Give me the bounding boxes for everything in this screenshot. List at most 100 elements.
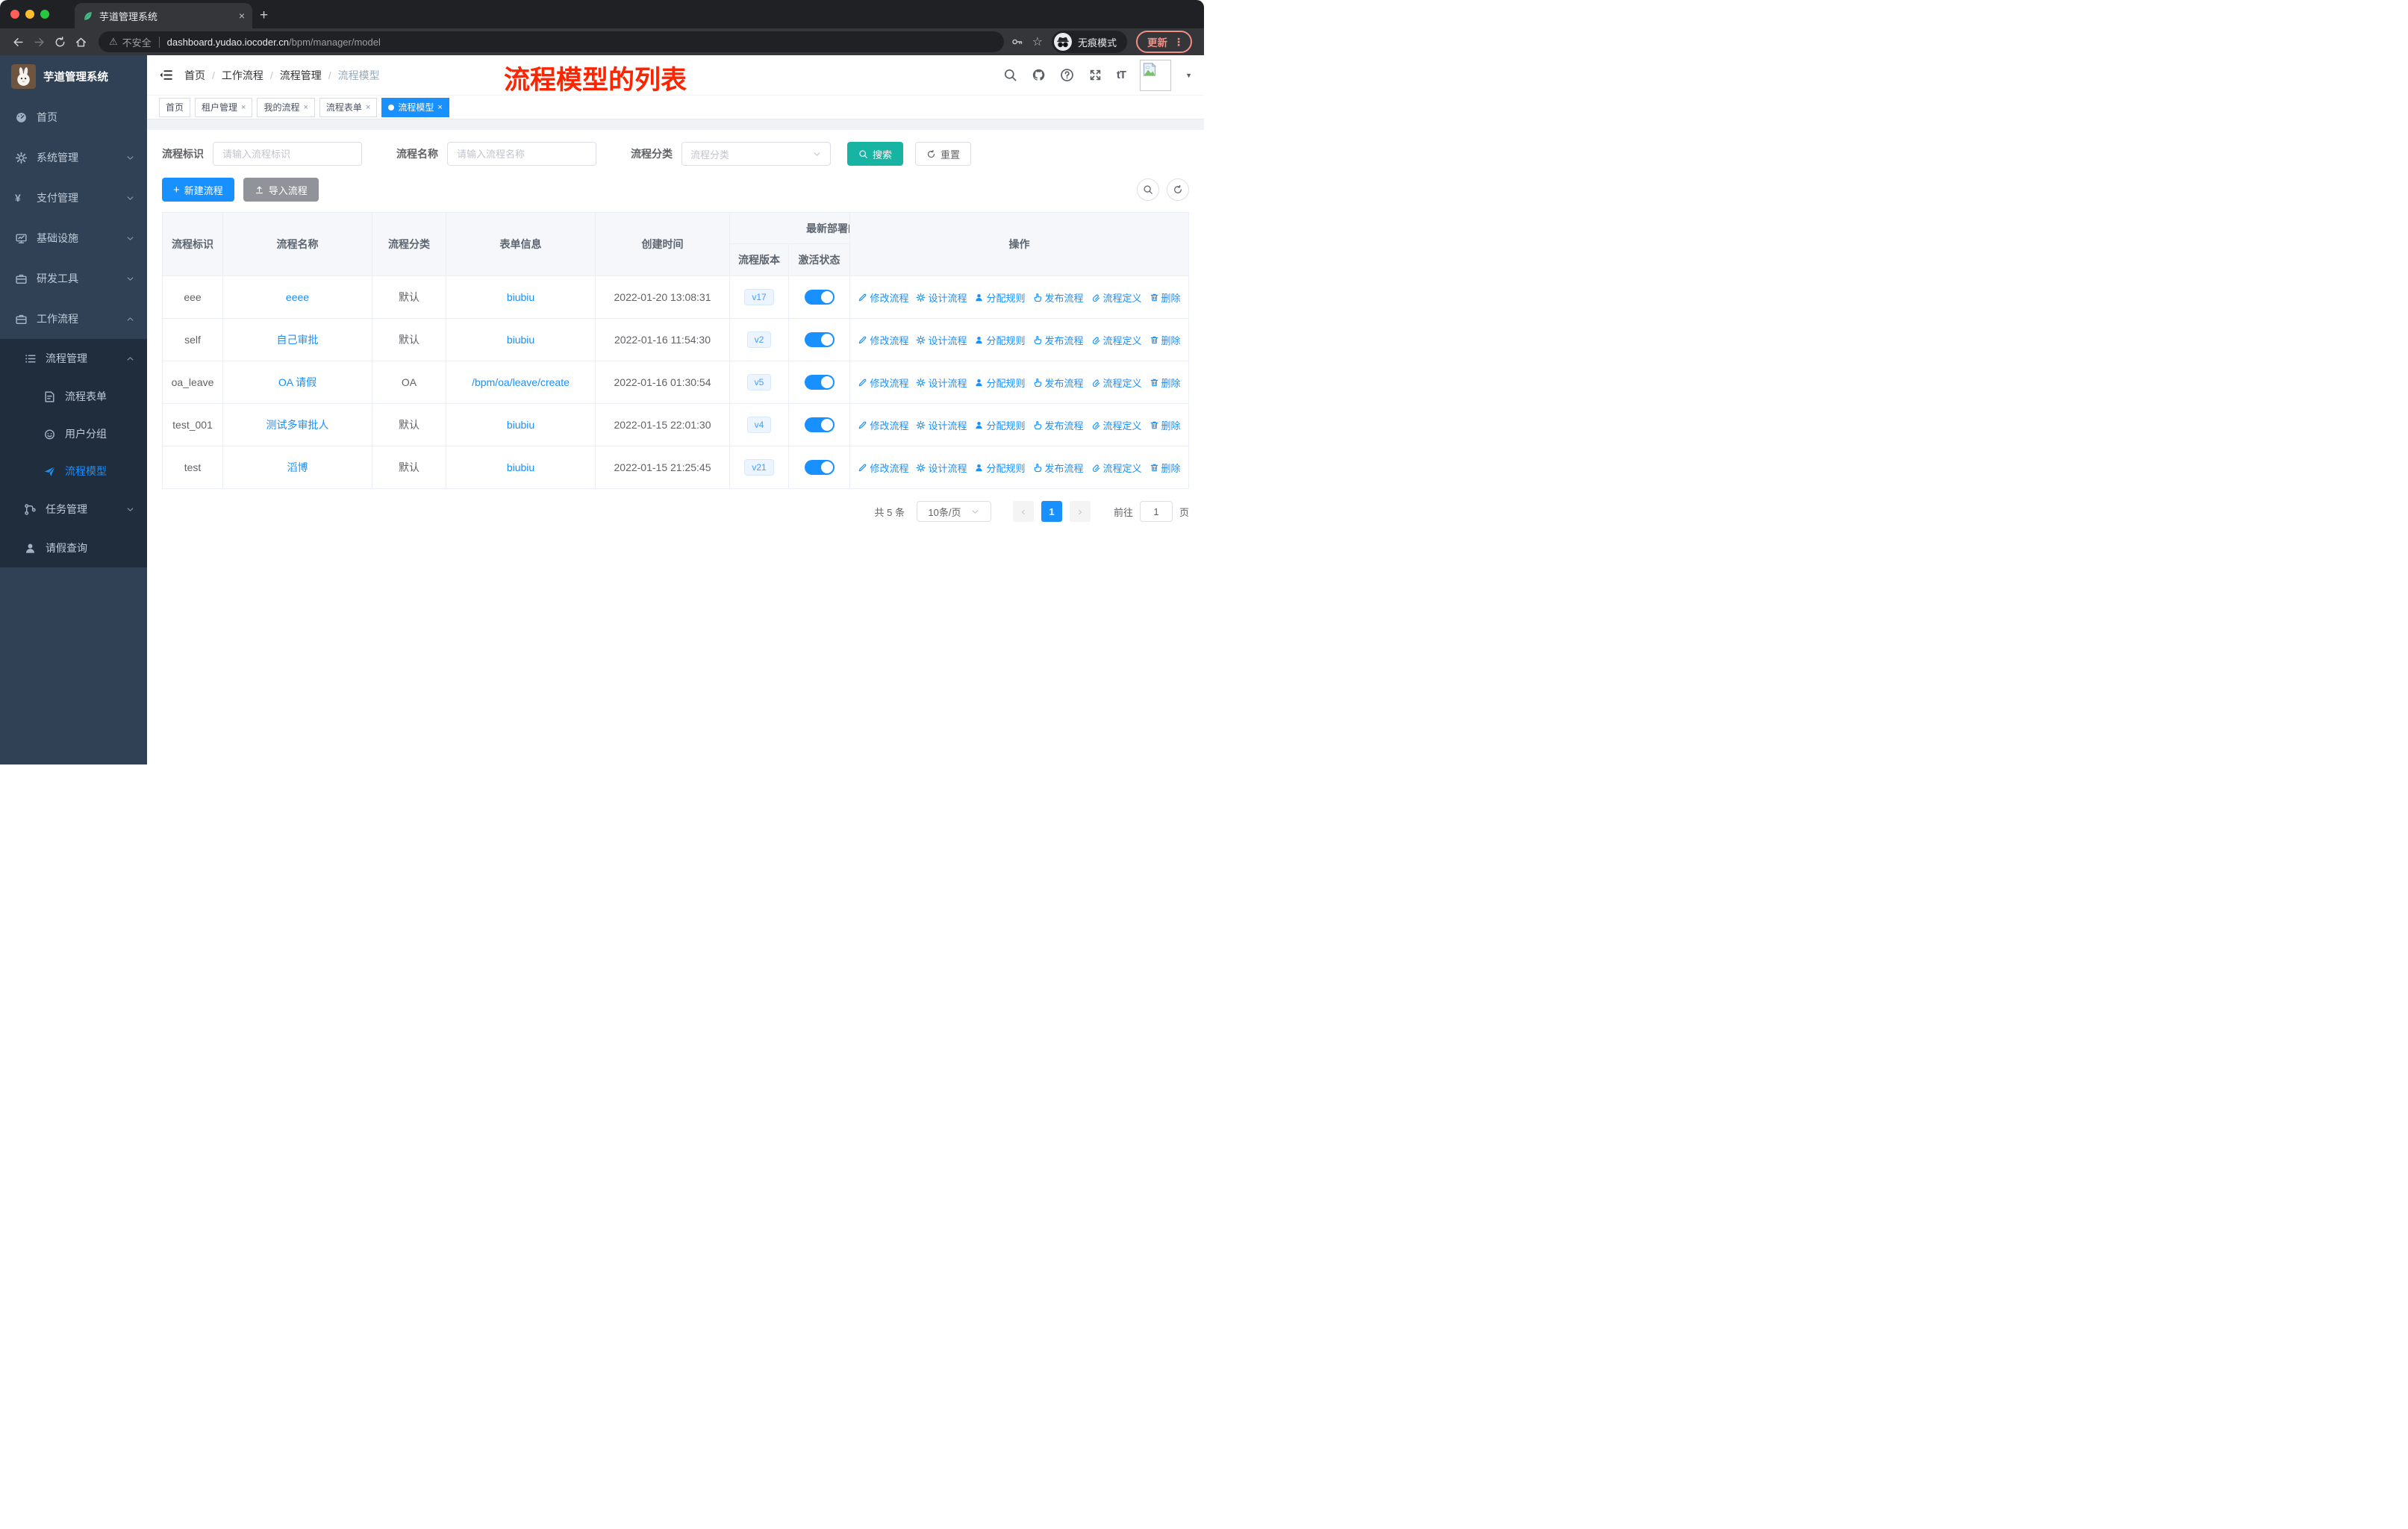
action-design-process[interactable]: 设计流程 bbox=[916, 376, 967, 390]
process-id-input[interactable] bbox=[213, 142, 362, 166]
action-design-process[interactable]: 设计流程 bbox=[916, 461, 967, 475]
window-minimize-button[interactable] bbox=[25, 10, 34, 19]
sidebar-item-task-mgmt[interactable]: 任务管理 bbox=[0, 490, 147, 529]
sidebar-item-process-mgmt[interactable]: 流程管理 bbox=[0, 339, 147, 378]
model-name-link[interactable]: eeee bbox=[286, 291, 309, 303]
goto-page-input[interactable] bbox=[1139, 501, 1173, 522]
sidebar-item-payment[interactable]: ¥ 支付管理 bbox=[0, 178, 147, 218]
fullscreen-icon[interactable] bbox=[1088, 68, 1102, 82]
sidebar-item-process-model[interactable]: 流程模型 bbox=[0, 452, 147, 490]
action-assign-rule[interactable]: 分配规则 bbox=[974, 333, 1026, 347]
action-delete[interactable]: 删除 bbox=[1150, 376, 1181, 390]
create-process-button[interactable]: + 新建流程 bbox=[162, 178, 234, 202]
active-toggle[interactable] bbox=[804, 417, 835, 432]
action-publish-process[interactable]: 发布流程 bbox=[1033, 290, 1084, 305]
breadcrumb-process-mgmt[interactable]: 流程管理 bbox=[280, 68, 338, 83]
model-name-link[interactable]: OA 请假 bbox=[278, 376, 316, 388]
action-design-process[interactable]: 设计流程 bbox=[916, 333, 967, 347]
action-assign-rule[interactable]: 分配规则 bbox=[974, 418, 1026, 432]
action-design-process[interactable]: 设计流程 bbox=[916, 290, 967, 305]
avatar-caret-icon[interactable]: ▼ bbox=[1185, 72, 1192, 79]
sidebar-item-process-form[interactable]: 流程表单 bbox=[0, 378, 147, 415]
window-zoom-button[interactable] bbox=[40, 10, 49, 19]
action-assign-rule[interactable]: 分配规则 bbox=[974, 290, 1026, 305]
active-toggle[interactable] bbox=[804, 460, 835, 475]
search-button[interactable]: 搜索 bbox=[847, 142, 904, 166]
help-icon[interactable] bbox=[1060, 68, 1074, 82]
tag-my-process[interactable]: 我的流程 × bbox=[257, 97, 315, 117]
model-name-link[interactable]: 自己审批 bbox=[277, 334, 319, 346]
sidebar-item-infra[interactable]: 基础设施 bbox=[0, 218, 147, 258]
import-process-button[interactable]: 导入流程 bbox=[243, 178, 319, 202]
breadcrumb-home[interactable]: 首页 bbox=[184, 68, 222, 83]
action-process-definition[interactable]: 流程定义 bbox=[1091, 376, 1142, 390]
search-icon[interactable] bbox=[1003, 68, 1017, 82]
new-tab-button[interactable]: + bbox=[260, 7, 268, 24]
forward-button[interactable] bbox=[28, 36, 49, 49]
sidebar-item-workflow[interactable]: 工作流程 bbox=[0, 299, 147, 339]
action-edit-process[interactable]: 修改流程 bbox=[858, 461, 908, 475]
current-page-button[interactable]: 1 bbox=[1041, 501, 1062, 522]
action-delete[interactable]: 删除 bbox=[1150, 290, 1181, 305]
model-name-link[interactable]: 测试多审批人 bbox=[266, 419, 329, 431]
action-process-definition[interactable]: 流程定义 bbox=[1091, 461, 1142, 475]
refresh-table-button[interactable] bbox=[1167, 178, 1189, 201]
form-link[interactable]: biubiu bbox=[507, 419, 534, 431]
prev-page-button[interactable]: ‹ bbox=[1012, 501, 1034, 522]
model-name-link[interactable]: 滔博 bbox=[287, 461, 308, 473]
sidebar-item-user-group[interactable]: 用户分组 bbox=[0, 415, 147, 452]
tag-tenant-mgmt[interactable]: 租户管理 × bbox=[195, 97, 253, 117]
action-edit-process[interactable]: 修改流程 bbox=[858, 333, 908, 347]
form-link[interactable]: biubiu bbox=[507, 291, 534, 303]
active-toggle[interactable] bbox=[804, 290, 835, 305]
sidebar-item-home[interactable]: 首页 bbox=[0, 97, 147, 137]
home-button[interactable] bbox=[70, 36, 91, 49]
form-link[interactable]: biubiu bbox=[507, 461, 534, 473]
tab-close-icon[interactable]: × bbox=[239, 10, 245, 22]
action-delete[interactable]: 删除 bbox=[1150, 461, 1181, 475]
form-link[interactable]: /bpm/oa/leave/create bbox=[472, 376, 570, 388]
close-icon[interactable]: × bbox=[437, 103, 442, 112]
page-size-select[interactable]: 10条/页 bbox=[916, 501, 991, 522]
action-publish-process[interactable]: 发布流程 bbox=[1033, 418, 1084, 432]
action-publish-process[interactable]: 发布流程 bbox=[1033, 333, 1084, 347]
tag-home[interactable]: 首页 bbox=[159, 97, 191, 117]
sidebar-item-system[interactable]: 系统管理 bbox=[0, 137, 147, 178]
action-edit-process[interactable]: 修改流程 bbox=[858, 376, 908, 390]
active-toggle[interactable] bbox=[804, 332, 835, 347]
sidebar-fold-icon[interactable] bbox=[159, 68, 173, 82]
security-label[interactable]: 不安全 bbox=[122, 35, 152, 49]
show-search-button[interactable] bbox=[1137, 178, 1159, 201]
action-delete[interactable]: 删除 bbox=[1150, 333, 1181, 347]
browser-tab[interactable]: 芋道管理系统 × bbox=[75, 3, 252, 28]
action-process-definition[interactable]: 流程定义 bbox=[1091, 418, 1142, 432]
browser-menu-icon[interactable]: ⋮ bbox=[1173, 36, 1184, 49]
process-name-input[interactable] bbox=[447, 142, 596, 166]
action-process-definition[interactable]: 流程定义 bbox=[1091, 290, 1142, 305]
action-publish-process[interactable]: 发布流程 bbox=[1033, 376, 1084, 390]
browser-update-button[interactable]: 更新 ⋮ bbox=[1136, 31, 1192, 53]
sidebar-item-devtools[interactable]: 研发工具 bbox=[0, 258, 147, 299]
action-publish-process[interactable]: 发布流程 bbox=[1033, 461, 1084, 475]
reset-button[interactable]: 重置 bbox=[915, 142, 972, 166]
font-size-icon[interactable]: tT bbox=[1117, 69, 1126, 81]
next-page-button[interactable]: › bbox=[1069, 501, 1091, 522]
action-assign-rule[interactable]: 分配规则 bbox=[974, 376, 1026, 390]
sidebar-item-leave-query[interactable]: 请假查询 bbox=[0, 529, 147, 567]
close-icon[interactable]: × bbox=[366, 103, 370, 112]
action-edit-process[interactable]: 修改流程 bbox=[858, 290, 908, 305]
address-bar[interactable]: ⚠ 不安全 dashboard.yudao.iocoder.cn /bpm/ma… bbox=[99, 31, 1004, 52]
bookmark-star-icon[interactable]: ☆ bbox=[1032, 34, 1043, 49]
password-key-icon[interactable] bbox=[1011, 36, 1023, 48]
github-icon[interactable] bbox=[1032, 68, 1046, 82]
back-button[interactable] bbox=[7, 36, 28, 49]
breadcrumb-workflow[interactable]: 工作流程 bbox=[222, 68, 280, 83]
window-close-button[interactable] bbox=[10, 10, 19, 19]
active-toggle[interactable] bbox=[804, 375, 835, 390]
tag-process-form[interactable]: 流程表单 × bbox=[319, 97, 378, 117]
action-process-definition[interactable]: 流程定义 bbox=[1091, 333, 1142, 347]
action-delete[interactable]: 删除 bbox=[1150, 418, 1181, 432]
form-link[interactable]: biubiu bbox=[507, 334, 534, 346]
action-design-process[interactable]: 设计流程 bbox=[916, 418, 967, 432]
avatar[interactable] bbox=[1140, 59, 1172, 91]
